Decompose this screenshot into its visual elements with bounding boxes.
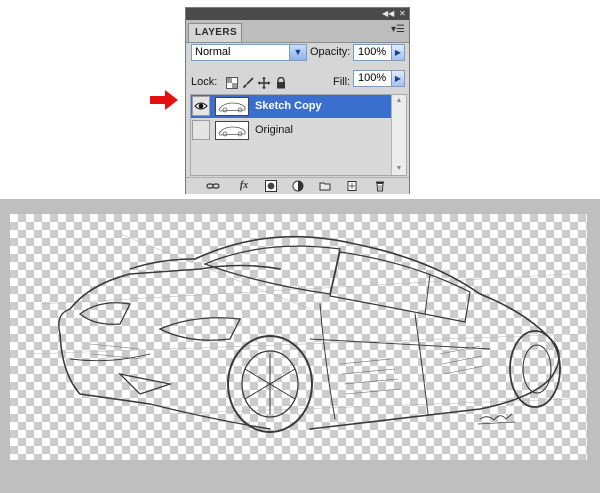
opacity-field[interactable]: 100% bbox=[353, 44, 392, 61]
fill-label: Fill: bbox=[333, 76, 351, 88]
visibility-toggle[interactable] bbox=[192, 96, 210, 116]
panel-tab-row: LAYERS ▾☰ bbox=[186, 20, 409, 43]
layer-name[interactable]: Original bbox=[255, 124, 293, 136]
adjustment-icon[interactable] bbox=[292, 180, 304, 192]
panel-bottom-bar: fx bbox=[186, 177, 409, 194]
lock-move-icon[interactable] bbox=[258, 77, 270, 89]
opacity-arrow-icon[interactable]: ▶ bbox=[391, 44, 405, 61]
layer-row-original[interactable]: Original bbox=[191, 119, 392, 142]
blend-mode-value: Normal bbox=[195, 46, 231, 58]
blend-mode-select[interactable]: Normal ▼ bbox=[191, 44, 307, 61]
fx-icon[interactable]: fx bbox=[236, 180, 252, 192]
visibility-toggle[interactable] bbox=[192, 120, 210, 140]
car-sketch-image bbox=[29, 233, 581, 433]
link-icon[interactable] bbox=[206, 180, 220, 192]
mask-icon[interactable] bbox=[265, 180, 277, 192]
panel-titlebar: ◀◀ ✕ bbox=[186, 8, 409, 20]
fill-field[interactable]: 100% bbox=[353, 70, 392, 87]
layers-panel: ◀◀ ✕ LAYERS ▾☰ Normal ▼ Opacity: 100% ▶ … bbox=[185, 7, 410, 194]
layer-list-scrollbar[interactable]: ▲ ▼ bbox=[391, 95, 406, 175]
chevron-down-icon[interactable]: ▼ bbox=[289, 45, 306, 60]
folder-icon[interactable] bbox=[319, 180, 331, 192]
lock-brush-icon[interactable] bbox=[242, 77, 254, 89]
layer-thumbnail bbox=[215, 97, 249, 116]
close-icon[interactable]: ✕ bbox=[399, 9, 406, 19]
new-layer-icon[interactable] bbox=[346, 180, 358, 192]
tab-layers[interactable]: LAYERS bbox=[188, 23, 242, 42]
layer-list: Sketch Copy Original ▲ ▼ bbox=[190, 94, 407, 176]
layer-thumbnail bbox=[215, 121, 249, 140]
lock-all-icon[interactable] bbox=[275, 77, 287, 89]
layer-row-sketch-copy[interactable]: Sketch Copy bbox=[191, 95, 392, 118]
lock-label: Lock: bbox=[191, 76, 218, 88]
layer-name[interactable]: Sketch Copy bbox=[255, 100, 322, 112]
trash-icon[interactable] bbox=[374, 180, 386, 192]
opacity-label: Opacity: bbox=[310, 46, 351, 58]
panel-menu-icon[interactable]: ▾☰ bbox=[391, 24, 405, 35]
double-chevron-left-icon[interactable]: ◀◀ bbox=[382, 9, 394, 19]
fill-arrow-icon[interactable]: ▶ bbox=[391, 70, 405, 87]
red-arrow-icon bbox=[150, 90, 178, 110]
eye-icon bbox=[194, 102, 208, 110]
scroll-down-icon[interactable]: ▼ bbox=[392, 163, 406, 175]
document-canvas[interactable] bbox=[10, 214, 587, 460]
screenshot-root: ◀◀ ✕ LAYERS ▾☰ Normal ▼ Opacity: 100% ▶ … bbox=[0, 0, 600, 493]
scroll-up-icon[interactable]: ▲ bbox=[392, 95, 406, 107]
lock-transparent-icon[interactable] bbox=[226, 77, 238, 89]
